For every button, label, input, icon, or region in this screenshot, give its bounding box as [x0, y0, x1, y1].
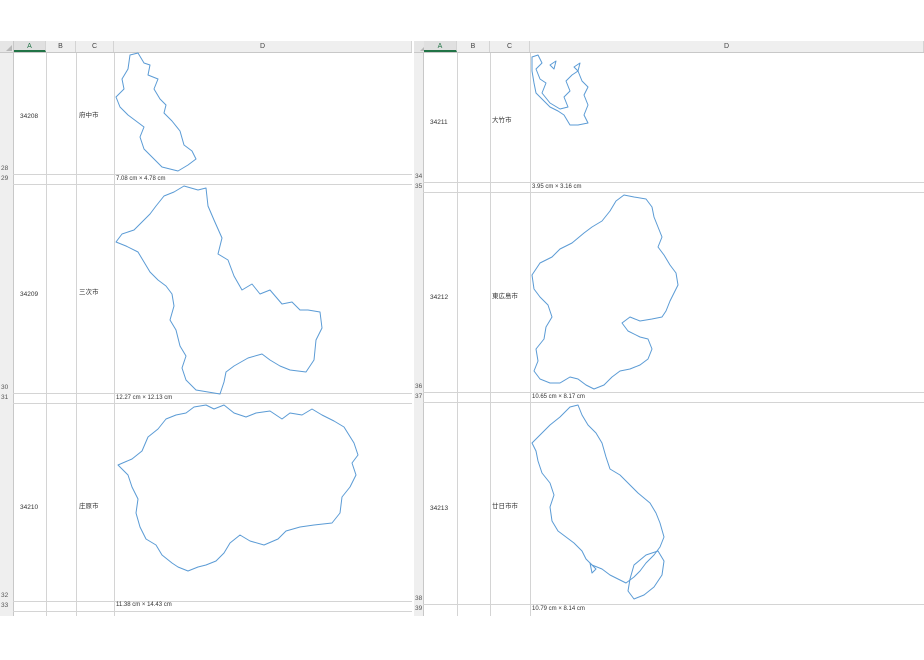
- row-number[interactable]: 33: [0, 602, 13, 610]
- size-cell[interactable]: 10.79 cm × 8.14 cm: [532, 606, 585, 612]
- spreadsheet-pane-right: A B C D 34 35 36 37 38 39 34211 大竹市 3.95…: [414, 41, 924, 616]
- municipality-code-cell[interactable]: 34208: [20, 113, 38, 120]
- column-header-bar: A B C D: [0, 41, 412, 53]
- size-cell[interactable]: 7.08 cm × 4.78 cm: [116, 176, 166, 182]
- size-cell[interactable]: 11.38 cm × 14.43 cm: [116, 602, 172, 608]
- column-header-d[interactable]: D: [530, 41, 924, 52]
- gridline: [457, 53, 458, 616]
- otake-outline-shape[interactable]: [530, 53, 600, 129]
- column-header-c[interactable]: C: [76, 41, 114, 52]
- municipality-code-cell[interactable]: 34212: [430, 294, 448, 301]
- municipality-name-cell[interactable]: 東広島市: [492, 290, 518, 300]
- column-header-a[interactable]: A: [14, 41, 46, 52]
- row-number[interactable]: 32: [0, 592, 13, 600]
- gridline: [423, 604, 924, 605]
- column-header-a[interactable]: A: [424, 41, 457, 52]
- hatsukaichi-outline-shape[interactable]: [530, 403, 686, 603]
- municipality-name-cell[interactable]: 府中市: [79, 109, 99, 119]
- municipality-name-cell[interactable]: 三次市: [79, 286, 99, 296]
- gridline: [13, 611, 412, 612]
- gridline: [13, 174, 412, 175]
- gridline: [46, 53, 47, 616]
- gridline: [13, 184, 412, 185]
- row-number[interactable]: 30: [0, 384, 13, 392]
- shobara-outline-shape[interactable]: [114, 403, 364, 601]
- select-all-corner[interactable]: [0, 41, 14, 52]
- row-number[interactable]: 38: [414, 595, 423, 603]
- municipality-code-cell[interactable]: 34209: [20, 291, 38, 298]
- row-header-gutter: [0, 53, 14, 616]
- gridline: [76, 53, 77, 616]
- size-cell[interactable]: 3.95 cm × 3.16 cm: [532, 184, 582, 190]
- size-cell[interactable]: 12.27 cm × 12.13 cm: [116, 395, 172, 401]
- row-number[interactable]: 36: [414, 383, 423, 391]
- gridline: [423, 182, 924, 183]
- municipality-name-cell[interactable]: 庄原市: [79, 500, 99, 510]
- municipality-code-cell[interactable]: 34211: [430, 119, 448, 126]
- higashihiroshima-outline-shape[interactable]: [530, 193, 686, 393]
- column-header-b[interactable]: B: [46, 41, 76, 52]
- row-number[interactable]: 29: [0, 175, 13, 183]
- column-header-c[interactable]: C: [490, 41, 530, 52]
- municipality-name-cell[interactable]: 廿日市市: [492, 500, 518, 510]
- municipality-name-cell[interactable]: 大竹市: [492, 114, 512, 124]
- municipality-code-cell[interactable]: 34210: [20, 504, 38, 511]
- column-header-bar: A B C D: [414, 41, 924, 53]
- row-header-gutter: [414, 53, 424, 616]
- row-number[interactable]: 39: [414, 605, 423, 613]
- row-number[interactable]: 28: [0, 165, 13, 173]
- spreadsheet-pane-left: A B C D 28 29 30 31 32 33 34208 府中市 7.08…: [0, 41, 412, 616]
- row-number[interactable]: 37: [414, 393, 423, 401]
- row-number[interactable]: 34: [414, 173, 423, 181]
- column-header-b[interactable]: B: [457, 41, 490, 52]
- gridline: [13, 601, 412, 602]
- fuchu-outline-shape[interactable]: [114, 51, 204, 175]
- gridline: [490, 53, 491, 616]
- row-number[interactable]: 31: [0, 394, 13, 402]
- row-number[interactable]: 35: [414, 183, 423, 191]
- miyoshi-outline-shape[interactable]: [114, 185, 324, 396]
- size-cell[interactable]: 10.65 cm × 8.17 cm: [532, 394, 585, 400]
- municipality-code-cell[interactable]: 34213: [430, 505, 448, 512]
